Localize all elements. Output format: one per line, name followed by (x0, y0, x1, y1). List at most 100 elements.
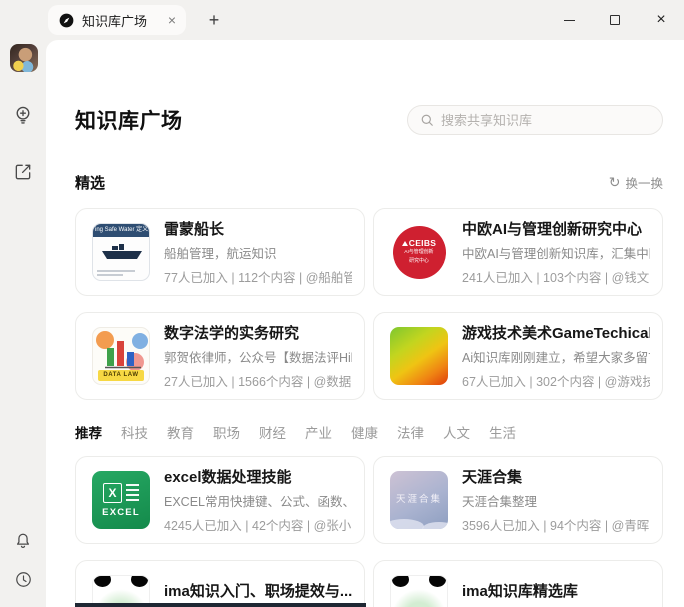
page-title: 知识库广场 (75, 105, 183, 135)
kb-card-datalaw[interactable]: DATA LAW 数字法学的实务研究 郭贺依律师，公众号【数据法评Hik... … (75, 312, 365, 400)
category-tabs: 推荐 科技 教育 职场 财经 产业 健康 法律 人文 生活 (75, 422, 663, 442)
tab-close-icon[interactable]: × (168, 13, 176, 27)
card-text: 数字法学的实务研究 郭贺依律师，公众号【数据法评Hik... 27人已加入 | … (164, 322, 352, 390)
card-title: 数字法学的实务研究 (164, 322, 352, 343)
spreadsheet-grid-icon (126, 484, 139, 501)
kb-card-ceibs[interactable]: CEIBS AI与管理创新 研究中心 中欧AI与管理创新研究中心 中欧AI与管理… (373, 208, 663, 296)
maximize-icon (610, 15, 620, 25)
card-description: 郭贺依律师，公众号【数据法评Hik... (164, 347, 352, 366)
page-header: 知识库广场 (75, 104, 663, 136)
tab-recommended[interactable]: 推荐 (75, 422, 102, 442)
close-button[interactable]: × (638, 0, 684, 40)
card-text: 中欧AI与管理创新研究中心 中欧AI与管理创新知识库，汇集中欧... 241人已… (462, 218, 650, 286)
tab-humanities[interactable]: 人文 (443, 422, 470, 442)
tab-knowledge-plaza[interactable]: 知识库广场 × (48, 5, 186, 35)
kb-card-gametech[interactable]: 游戏技术美术GameTechical... Ai知识库刚刚建立，希望大家多留言.… (373, 312, 663, 400)
card-title: ima知识库精选库 (462, 580, 650, 601)
card-title: 雷蒙船长 (164, 218, 352, 239)
card-description: Ai知识库刚刚建立，希望大家多留言... (462, 347, 650, 366)
card-meta: 77人已加入 | 112个内容 | @船舶管... (164, 267, 352, 286)
panda-ear (131, 575, 148, 587)
ship-line-decor (97, 274, 123, 276)
kb-card-ima-intro[interactable]: ima知识入门、职场提效与... ima初学者入门与进阶知识分享及场... (75, 560, 365, 607)
excel-label: EXCEL (102, 507, 140, 518)
avatar[interactable] (10, 44, 38, 72)
card-meta: 241人已加入 | 103个内容 | @钱文... (462, 267, 650, 286)
tab-finance[interactable]: 财经 (259, 422, 286, 442)
ceibs-subline: 研究中心 (409, 258, 429, 265)
tab-tech[interactable]: 科技 (121, 422, 148, 442)
history-clock-icon[interactable] (12, 568, 34, 590)
ceibs-subline: AI与管理创新 (404, 249, 433, 256)
tab-health[interactable]: 健康 (351, 422, 378, 442)
window-controls: × (546, 0, 684, 40)
search-input[interactable] (441, 113, 652, 128)
tianya-disc-decor (390, 519, 424, 529)
excel-thumbnail: X EXCEL (92, 471, 150, 529)
new-tab-button[interactable]: + (203, 9, 225, 31)
card-description: 船舶管理，航运知识 (164, 243, 352, 262)
maximize-button[interactable] (592, 0, 638, 40)
gradient-thumbnail (390, 327, 448, 385)
bottom-window-artifact (75, 603, 366, 607)
refresh-button[interactable]: ↻ 换一换 (609, 173, 663, 192)
search-box[interactable] (407, 105, 663, 135)
card-title: ima知识入门、职场提效与... (164, 580, 352, 601)
kb-card-excel[interactable]: X EXCEL excel数据处理技能 EXCEL常用快捷键、公式、函数、数..… (75, 456, 365, 544)
kb-card-tianya[interactable]: 天涯合集 天涯合集 天涯合集整理 3596人已加入 | 94个内容 | @青晖.… (373, 456, 663, 544)
card-description: EXCEL常用快捷键、公式、函数、数... (164, 491, 352, 510)
card-title: excel数据处理技能 (164, 466, 352, 487)
tab-life[interactable]: 生活 (489, 422, 516, 442)
recommended-card-grid: X EXCEL excel数据处理技能 EXCEL常用快捷键、公式、函数、数..… (75, 456, 663, 607)
card-text: excel数据处理技能 EXCEL常用快捷键、公式、函数、数... 4245人已… (164, 466, 352, 534)
card-text: 天涯合集 天涯合集整理 3596人已加入 | 94个内容 | @青晖... (462, 466, 650, 534)
ceibs-logo: CEIBS AI与管理创新 研究中心 (393, 226, 446, 279)
sidebar (0, 40, 46, 607)
card-meta: 27人已加入 | 1566个内容 | @数据... (164, 371, 352, 390)
card-text: 游戏技术美术GameTechical... Ai知识库刚刚建立，希望大家多留言.… (462, 322, 650, 390)
panda-ear (392, 575, 409, 587)
featured-label: 精选 (75, 172, 105, 193)
main-panel: 知识库广场 精选 ↻ 换一换 ing Safe Water 定义安 (46, 40, 684, 607)
tab-workplace[interactable]: 职场 (213, 422, 240, 442)
tianya-thumbnail: 天涯合集 (390, 471, 448, 529)
card-meta: 4245人已加入 | 42个内容 | @张小勇 (164, 515, 352, 534)
card-text: 雷蒙船长 船舶管理，航运知识 77人已加入 | 112个内容 | @船舶管... (164, 218, 352, 286)
tianya-disc-decor (422, 522, 448, 529)
kb-card-captain[interactable]: ing Safe Water 定义安 雷蒙船长 船舶管理，航运知识 77人已加入… (75, 208, 365, 296)
lightbulb-plus-icon[interactable] (12, 104, 34, 126)
panda-thumbnail (390, 575, 448, 607)
card-title: 天涯合集 (462, 466, 650, 487)
chart-splash-icon (93, 329, 150, 373)
tab-law[interactable]: 法律 (397, 422, 424, 442)
card-text: ima知识库精选库 ima知识库太多，看不过来？那就来"... (462, 580, 650, 607)
featured-section-head: 精选 ↻ 换一换 (75, 172, 663, 192)
datalaw-thumbnail: DATA LAW (92, 327, 150, 385)
titlebar: 知识库广场 × + × (0, 0, 684, 40)
ceibs-thumbnail: CEIBS AI与管理创新 研究中心 (390, 223, 448, 281)
compose-icon[interactable] (12, 161, 34, 183)
tab-education[interactable]: 教育 (167, 422, 194, 442)
card-meta: 67人已加入 | 302个内容 | @游戏技... (462, 371, 650, 390)
refresh-icon: ↻ (609, 175, 621, 189)
ship-icon (98, 243, 146, 263)
minimize-icon (564, 20, 575, 21)
card-description: 天涯合集整理 (462, 491, 650, 510)
tab-industry[interactable]: 产业 (305, 422, 332, 442)
refresh-label: 换一换 (625, 173, 663, 192)
datalaw-banner: DATA LAW (98, 370, 144, 381)
featured-card-grid: ing Safe Water 定义安 雷蒙船长 船舶管理，航运知识 77人已加入… (75, 208, 663, 400)
compass-icon (59, 13, 74, 28)
search-icon (420, 113, 434, 127)
panda-ear (94, 575, 111, 587)
bell-icon[interactable] (12, 529, 34, 551)
ship-thumbnail: ing Safe Water 定义安 (92, 223, 150, 281)
tianya-text: 天涯合集 (390, 491, 448, 505)
card-title: 游戏技术美术GameTechical... (462, 322, 650, 343)
ship-band-text: ing Safe Water 定义安 (93, 224, 149, 237)
card-description: 中欧AI与管理创新知识库，汇集中欧... (462, 243, 650, 262)
panda-ear (429, 575, 446, 587)
kb-card-ima-selection[interactable]: ima知识库精选库 ima知识库太多，看不过来？那就来"... (373, 560, 663, 607)
ceibs-mark-icon (402, 241, 408, 246)
minimize-button[interactable] (546, 0, 592, 40)
